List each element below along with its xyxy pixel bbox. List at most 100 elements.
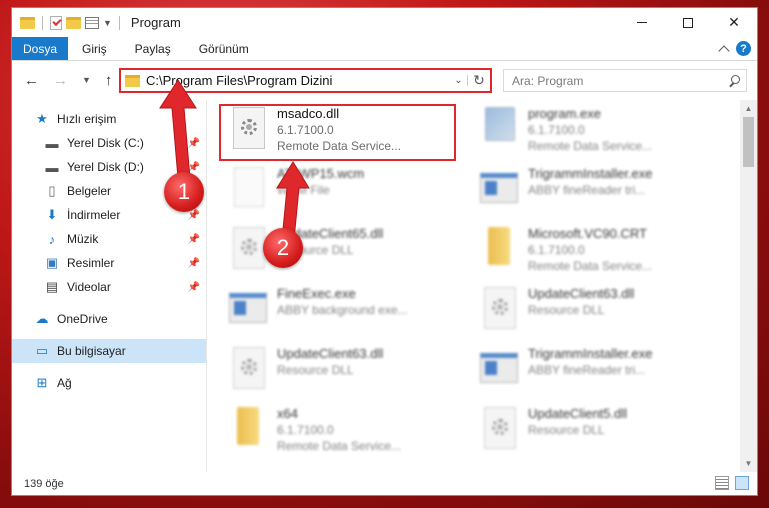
view-switcher bbox=[715, 476, 749, 490]
folder-icon bbox=[229, 407, 269, 453]
sidebar-item-label: OneDrive bbox=[57, 312, 108, 326]
file-item[interactable]: UpdateClient63.dll Resource DLL bbox=[480, 283, 720, 341]
file-detail: 6.1.7100.0 bbox=[277, 423, 334, 437]
file-meta: UpdateClient63.dll Resource DLL bbox=[528, 283, 634, 318]
forward-arrow-icon[interactable]: → bbox=[53, 72, 68, 89]
folder-icon bbox=[20, 16, 35, 29]
dll-gear-icon bbox=[480, 287, 520, 333]
tab-file[interactable]: Dosya bbox=[12, 37, 68, 60]
close-button[interactable]: ✕ bbox=[711, 8, 757, 37]
file-item[interactable]: x64 6.1.7100.0 Remote Data Service... bbox=[229, 403, 469, 461]
sidebar-item-network[interactable]: ⊞ Ağ bbox=[12, 371, 206, 395]
network-icon: ⊞ bbox=[36, 375, 48, 390]
dll-gear-icon bbox=[480, 407, 520, 453]
file-name: TrigrammInstaller.exe bbox=[528, 166, 653, 181]
file-meta: UpdateClient63.dll Resource DLL bbox=[277, 343, 383, 378]
back-arrow-icon[interactable]: ← bbox=[24, 72, 39, 89]
drive-icon: ▬ bbox=[45, 159, 59, 175]
tab-view[interactable]: Görünüm bbox=[185, 37, 263, 60]
file-item[interactable]: TrigrammInstaller.exe ABBY fineReader tri… bbox=[480, 163, 720, 221]
window-icon bbox=[480, 347, 520, 393]
file-detail: Resource DLL bbox=[277, 363, 354, 377]
sidebar-item-label: İndirmeler bbox=[67, 208, 121, 222]
pin-icon[interactable]: 📌 bbox=[188, 258, 200, 269]
search-input[interactable]: Ara: Program bbox=[503, 69, 747, 92]
file-highlight-box bbox=[219, 104, 456, 161]
maximize-button[interactable] bbox=[665, 8, 711, 37]
quick-access-toolbar: ▼ bbox=[12, 15, 123, 30]
exe-icon bbox=[480, 107, 520, 153]
up-arrow-icon[interactable]: ↑ bbox=[105, 72, 113, 89]
ribbon-tabs: Dosya Giriş Paylaş Görünüm ? bbox=[12, 37, 757, 61]
file-detail: Resource DLL bbox=[528, 303, 605, 317]
vertical-scrollbar[interactable]: ▲ ▼ bbox=[740, 100, 757, 472]
scroll-down-icon[interactable]: ▼ bbox=[740, 455, 757, 472]
scroll-up-icon[interactable]: ▲ bbox=[740, 100, 757, 117]
file-meta: TrigrammInstaller.exe ABBY fineReader tri… bbox=[528, 163, 653, 198]
folder-icon bbox=[480, 227, 520, 273]
customize-view-icon[interactable] bbox=[85, 16, 99, 29]
tab-share[interactable]: Paylaş bbox=[121, 37, 185, 60]
chevron-down-icon[interactable]: ▼ bbox=[103, 18, 112, 28]
status-bar: 139 öğe bbox=[12, 472, 757, 495]
file-detail: ABBY fineReader tri... bbox=[528, 363, 646, 377]
file-name: x64 bbox=[277, 406, 298, 421]
file-detail: 6.1.7100.0 bbox=[528, 243, 585, 257]
sidebar-item-label: Yerel Disk (D:) bbox=[67, 160, 144, 174]
address-dropdown-icon[interactable]: ⌄ bbox=[450, 75, 468, 86]
video-icon: ▤ bbox=[45, 279, 59, 294]
scroll-thumb[interactable] bbox=[743, 117, 754, 167]
minimize-button[interactable] bbox=[619, 8, 665, 37]
refresh-icon[interactable]: ↻ bbox=[468, 72, 490, 89]
tiles-view-icon[interactable] bbox=[735, 476, 749, 490]
file-description: Remote Data Service... bbox=[528, 139, 653, 153]
dll-gear-icon bbox=[229, 347, 269, 393]
collapse-ribbon-icon[interactable] bbox=[718, 45, 730, 57]
file-item[interactable]: FineExec.exe ABBY background exe... bbox=[229, 283, 469, 341]
window-controls: ✕ bbox=[619, 8, 757, 37]
sidebar-item-videos[interactable]: ▤ Videolar 📌 bbox=[12, 275, 206, 299]
file-name: FineExec.exe bbox=[277, 286, 356, 301]
file-detail: 6.1.7100.0 bbox=[528, 123, 585, 137]
search-icon[interactable] bbox=[726, 74, 746, 88]
file-item[interactable]: TrigrammInstaller.exe ABBY fineReader tri… bbox=[480, 343, 720, 401]
music-icon: ♪ bbox=[48, 231, 56, 247]
file-item[interactable]: Microsoft.VC90.CRT 6.1.7100.0 Remote Data … bbox=[480, 223, 720, 281]
file-item[interactable]: program.exe 6.1.7100.0 Remote Data Service… bbox=[480, 103, 720, 161]
folder-icon bbox=[125, 74, 140, 87]
maximize-icon bbox=[683, 17, 693, 28]
file-description: Remote Data Service... bbox=[277, 439, 402, 453]
file-meta: FineExec.exe ABBY background exe... bbox=[277, 283, 408, 318]
properties-check-icon[interactable] bbox=[50, 15, 62, 30]
file-name: UpdateClient63.dll bbox=[277, 346, 384, 361]
sidebar-item-label: Bu bilgisayar bbox=[57, 344, 126, 358]
file-name: program.exe bbox=[528, 106, 601, 121]
file-detail: ABBY background exe... bbox=[277, 303, 408, 317]
sidebar-item-label: Ağ bbox=[57, 376, 72, 390]
drive-icon: ▬ bbox=[45, 135, 59, 151]
new-folder-icon[interactable] bbox=[66, 16, 81, 29]
file-name: TrigrammInstaller.exe bbox=[528, 346, 653, 361]
file-item[interactable]: UpdateClient63.dll Resource DLL bbox=[229, 343, 469, 401]
pin-icon[interactable]: 📌 bbox=[188, 234, 200, 245]
cloud-icon: ☁ bbox=[35, 311, 49, 326]
star-icon: ★ bbox=[36, 111, 48, 126]
navigation-buttons: ← → ▼ ↑ bbox=[12, 72, 112, 89]
help-icon[interactable]: ? bbox=[736, 41, 751, 56]
sidebar-item-this-pc[interactable]: ▭ Bu bilgisayar bbox=[12, 339, 206, 363]
sidebar-item-onedrive[interactable]: ☁ OneDrive bbox=[12, 307, 206, 331]
sidebar-item-pictures[interactable]: ▣ Resimler 📌 bbox=[12, 251, 206, 275]
sidebar-item-label: Hızlı erişim bbox=[57, 112, 117, 126]
tab-home[interactable]: Giriş bbox=[68, 37, 121, 60]
sidebar-item-label: Yerel Disk (C:) bbox=[67, 136, 144, 150]
sidebar-item-music[interactable]: ♪ Müzik 📌 bbox=[12, 227, 206, 251]
search-placeholder: Ara: Program bbox=[512, 73, 584, 88]
pin-icon[interactable]: 📌 bbox=[188, 282, 200, 293]
divider bbox=[42, 15, 43, 30]
document-icon: ▯ bbox=[48, 183, 56, 198]
recent-locations-chevron-icon[interactable]: ▼ bbox=[82, 75, 91, 85]
blank-file-icon bbox=[229, 167, 269, 213]
details-view-icon[interactable] bbox=[715, 476, 729, 490]
file-item[interactable]: AToWP15.wcm WCM File bbox=[229, 163, 469, 221]
file-item[interactable]: UpdateClient5.dll Resource DLL bbox=[480, 403, 720, 461]
